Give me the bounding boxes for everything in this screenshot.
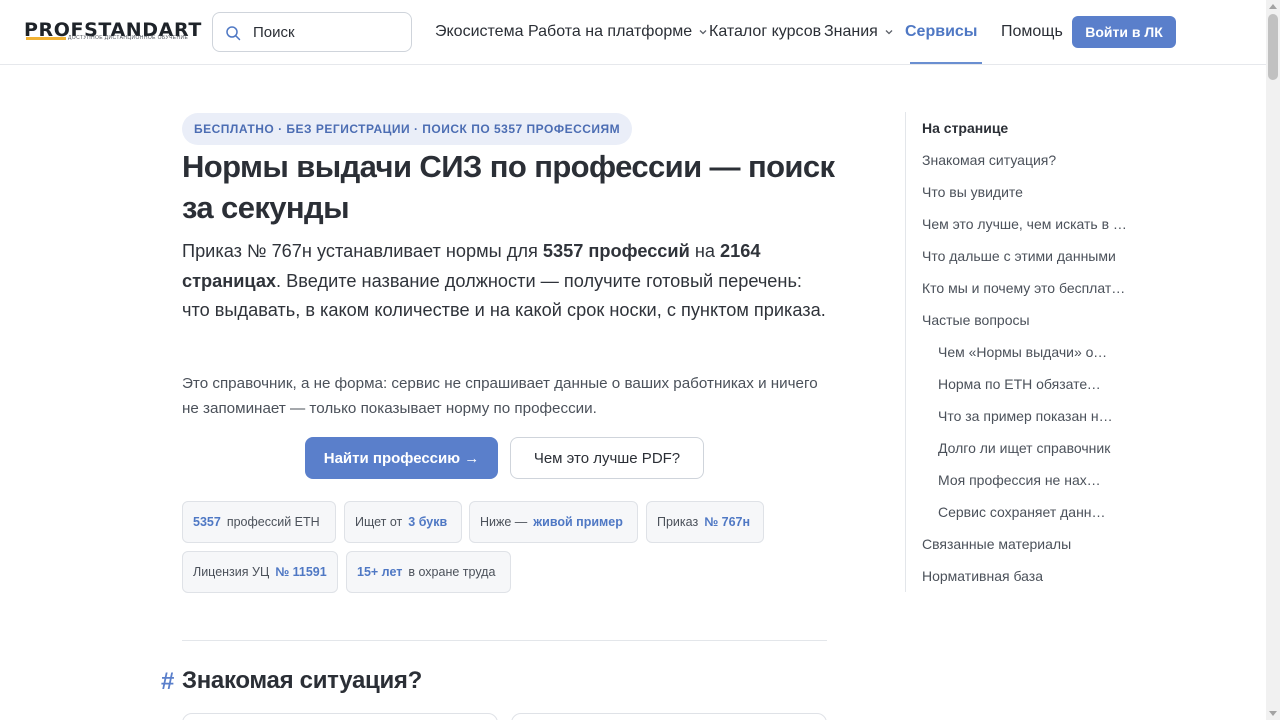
toc-title: На странице [922, 120, 1009, 136]
lead-bold-professions: 5357 профессий [542, 241, 690, 261]
toc-subitem[interactable]: Сервис сохраняет данные [938, 504, 1108, 520]
chip-text: Приказ [657, 515, 699, 529]
toc-item[interactable]: Кто мы и почему это бесплатно [922, 280, 1126, 296]
stat-chip-min-letters: Ищет от 3 букв [344, 501, 462, 543]
stat-chip-license: Лицензия УЦ № 11591 [182, 551, 338, 593]
chevron-down-icon [699, 30, 707, 35]
chip-text: Ниже — [480, 515, 528, 529]
nav-platform-work[interactable]: Работа на платформе [528, 0, 708, 64]
lead-text: Приказ № 767н устанавливает нормы для [182, 241, 543, 261]
search-box[interactable] [212, 12, 412, 52]
nav-help[interactable]: Помощь [1001, 0, 1063, 64]
table-of-contents: На странице Знакомая ситуация? Что вы ув… [905, 112, 1140, 592]
hero-lead: Приказ № 767н устанавливает нормы для 53… [182, 237, 832, 326]
toc-item[interactable]: Нормативная база [922, 568, 1132, 584]
stat-chip-experience: 15+ лет в охране труда [346, 551, 511, 593]
toc-subitem[interactable]: Норма по ЕТН обязательна [938, 376, 1108, 392]
scroll-up-arrow-icon[interactable] [1269, 4, 1277, 9]
nav-knowledge-label: Знания [824, 23, 878, 40]
logo-underline [26, 37, 66, 40]
toc-subitem[interactable]: Что за пример показан ниже [938, 408, 1115, 424]
toc-item[interactable]: Что вы увидите [922, 184, 1132, 200]
chip-accent: № 11591 [275, 565, 327, 579]
toc-item[interactable]: Знакомая ситуация? [922, 152, 1132, 168]
page-title: Нормы выдачи СИЗ по профессии — поиск за… [182, 149, 835, 225]
chip-accent: № 767н [704, 515, 751, 529]
toc-subitem[interactable]: Чем «Нормы выдачи» отличаются [938, 344, 1108, 360]
toc-item[interactable]: Связанные материалы [922, 536, 1132, 552]
stat-chip-order: Приказ № 767н [646, 501, 764, 543]
situation-card [182, 713, 498, 720]
section-anchor-link[interactable]: # [161, 668, 174, 696]
toc-subitem[interactable]: Долго ли ищет справочник [938, 440, 1115, 456]
chip-accent: живой пример [533, 515, 623, 529]
chip-text: в охране труда [408, 565, 496, 579]
hero-badge: БЕСПЛАТНО · БЕЗ РЕГИСТРАЦИИ · ПОИСК ПО 5… [182, 113, 633, 145]
toc-subitem[interactable]: Моя профессия не находится [938, 472, 1108, 488]
chip-accent: 15+ лет [357, 565, 403, 579]
stat-chip-live-example[interactable]: Ниже — живой пример [469, 501, 638, 543]
toc-item[interactable]: Частые вопросы [922, 312, 1132, 328]
site-header: PROFSTANDART ДОСТУПНОЕ ДИСТАНЦИОННОЕ ОБУ… [0, 0, 1266, 65]
nav-ecosystem-label: Экосистема [435, 23, 524, 40]
stat-chip-professions: 5357 профессий ЕТН [182, 501, 336, 543]
scroll-down-arrow-icon[interactable] [1269, 711, 1277, 716]
nav-ecosystem[interactable]: Экосистема [435, 0, 523, 64]
logo-tagline: ДОСТУПНОЕ ДИСТАНЦИОННОЕ ОБУЧЕНИЕ [68, 35, 189, 41]
logo[interactable]: PROFSTANDART ДОСТУПНОЕ ДИСТАНЦИОННОЕ ОБУ… [24, 20, 201, 44]
chip-accent: 5357 [193, 515, 221, 529]
chevron-down-icon [885, 30, 893, 35]
nav-platform-work-label: Работа на платформе [528, 23, 693, 40]
find-profession-button[interactable]: Найти профессию → [305, 437, 498, 479]
search-icon [226, 26, 241, 41]
scrollbar-thumb[interactable] [1268, 14, 1278, 80]
search-input[interactable] [253, 21, 403, 43]
nav-help-label: Помощь [1001, 23, 1063, 40]
nav-services-label: Сервисы [905, 23, 978, 40]
nav-course-catalog[interactable]: Каталог курсов [709, 0, 821, 64]
hero-note: Это справочник, а не форма: сервис не сп… [182, 375, 818, 417]
section-divider [182, 640, 827, 641]
nav-knowledge[interactable]: Знания [824, 0, 894, 64]
lead-text: на [689, 241, 721, 261]
nav-services[interactable]: Сервисы [905, 0, 982, 64]
why-better-than-pdf-button[interactable]: Чем это лучше PDF? [510, 437, 704, 479]
chip-text: Лицензия УЦ [193, 565, 270, 579]
chip-accent: 3 букв [408, 515, 448, 529]
page-scrollbar[interactable] [1266, 0, 1280, 720]
toc-item[interactable]: Что дальше с этими данными [922, 248, 1132, 264]
toc-item[interactable]: Чем это лучше, чем искать в PDF [922, 216, 1128, 232]
login-button[interactable]: Войти в ЛК [1072, 16, 1176, 48]
chip-text: Ищет от [355, 515, 403, 529]
situation-card [511, 713, 827, 720]
section-heading: Знакомая ситуация? [182, 667, 422, 694]
nav-course-catalog-label: Каталог курсов [709, 23, 822, 40]
lead-text: . Введите название должности — получите … [182, 270, 826, 321]
chip-text: профессий ЕТН [226, 515, 320, 529]
